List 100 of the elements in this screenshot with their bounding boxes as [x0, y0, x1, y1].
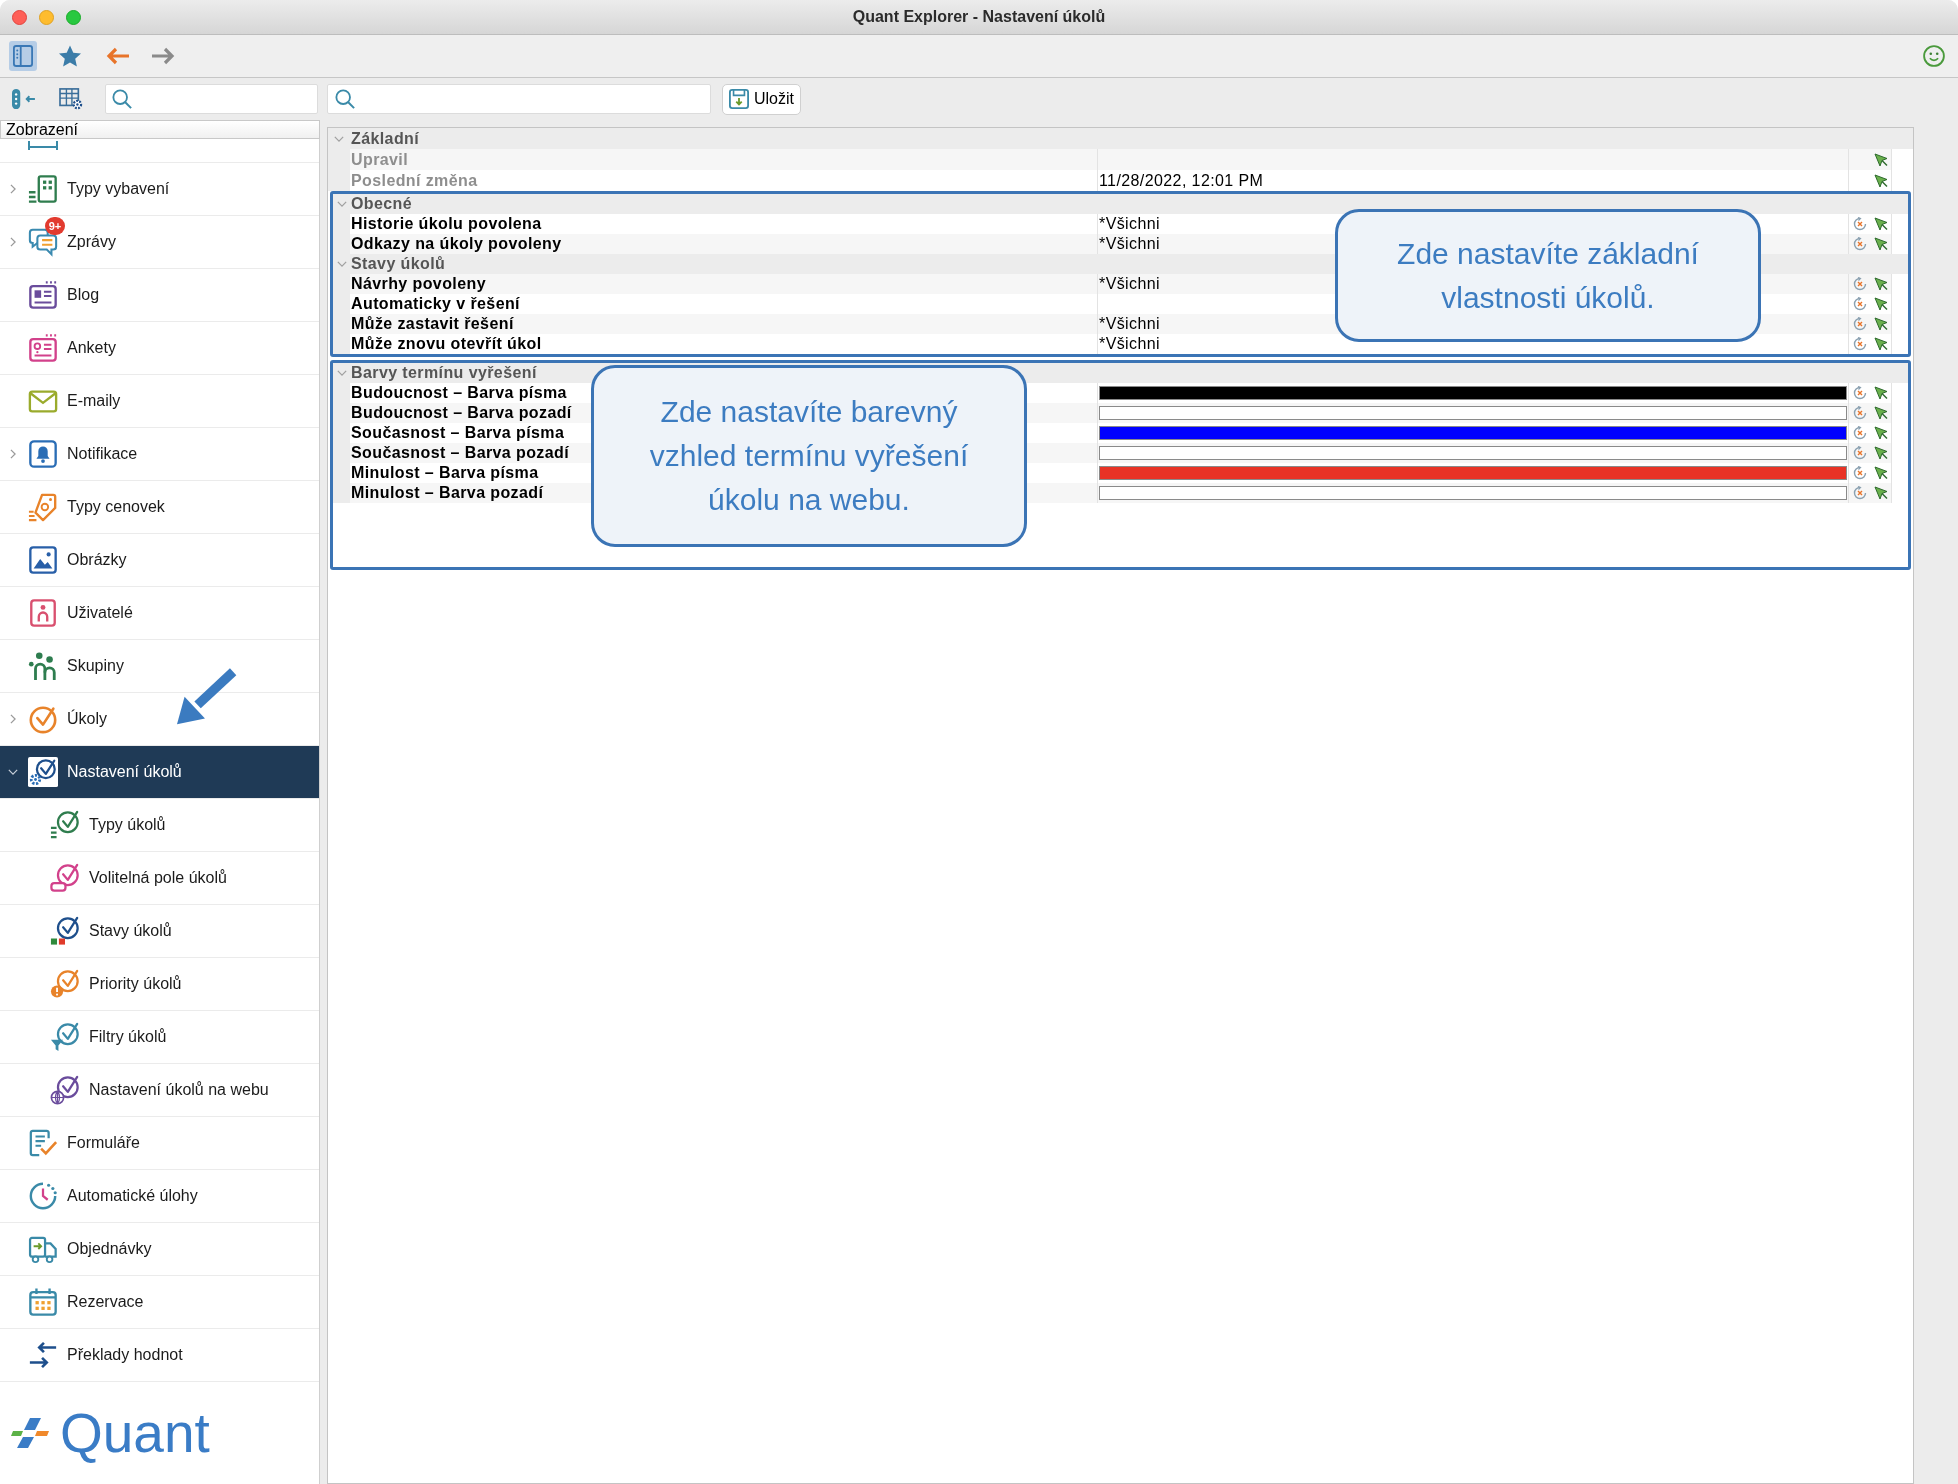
- property-label: Odkazy na úkoly povoleny: [350, 234, 562, 254]
- form-icon: [28, 1128, 58, 1158]
- sidebar-item[interactable]: Nastavení úkolů: [0, 746, 319, 799]
- search-icon: [335, 89, 355, 109]
- property-label: Minulost – Barva pozadí: [350, 483, 544, 503]
- property-value: *Všichni: [1098, 234, 1160, 254]
- color-swatch[interactable]: [1099, 386, 1847, 400]
- reset-icon[interactable]: [1853, 486, 1867, 500]
- property-row[interactable]: Může znovu otevřít úkol *Všichni: [333, 334, 1892, 354]
- panel-header: Zobrazení: [0, 120, 320, 139]
- search-icon: [112, 89, 132, 109]
- check-filter-icon: [50, 1022, 80, 1052]
- property-value: *Všichni: [1098, 334, 1160, 354]
- check-globe-icon: [50, 1075, 80, 1105]
- reset-icon[interactable]: [1853, 446, 1867, 460]
- property-label: Poslední změna: [350, 170, 478, 191]
- reset-icon[interactable]: [1853, 217, 1867, 231]
- table-settings-button[interactable]: [58, 86, 84, 112]
- pointer-icon[interactable]: [1874, 173, 1888, 188]
- bracket-icon: [28, 141, 58, 151]
- reset-icon[interactable]: [1853, 317, 1867, 331]
- smiley-icon[interactable]: [1923, 45, 1945, 67]
- check-field-icon: [50, 863, 80, 893]
- truck-icon: [28, 1234, 58, 1264]
- arrow-right-icon: [152, 47, 176, 65]
- color-swatch[interactable]: [1099, 466, 1847, 480]
- pointer-icon[interactable]: [1874, 152, 1888, 167]
- property-label: Upravil: [350, 149, 409, 170]
- document-icon: [28, 280, 58, 310]
- unread-count-badge: 9+: [45, 217, 65, 235]
- save-button[interactable]: Uložit: [722, 83, 801, 115]
- property-label: Návrhy povoleny: [350, 274, 486, 294]
- arrow-left-icon: [105, 47, 129, 65]
- property-value: *Všichni: [1098, 274, 1160, 294]
- pointer-icon[interactable]: [1874, 297, 1888, 311]
- check-list-icon: [50, 810, 80, 840]
- group-header[interactable]: Obecné: [333, 194, 1908, 214]
- reset-icon[interactable]: [1853, 297, 1867, 311]
- check-alert-icon: [50, 969, 80, 999]
- check-gear-icon: [28, 757, 58, 787]
- property-label: Současnost – Barva písma: [350, 423, 565, 443]
- close-button[interactable]: [12, 9, 27, 25]
- pointer-icon[interactable]: [1874, 386, 1888, 400]
- people-icon: [28, 651, 58, 681]
- reset-icon[interactable]: [1853, 466, 1867, 480]
- star-icon: [58, 44, 82, 68]
- callout-tooltip: Zde nastavíte základní vlastnosti úkolů.: [1335, 209, 1761, 342]
- pointer-icon[interactable]: [1874, 317, 1888, 331]
- pointer-icon[interactable]: [1874, 337, 1888, 351]
- chevron-icon[interactable]: [8, 767, 18, 777]
- reset-icon[interactable]: [1853, 237, 1867, 251]
- save-icon: [729, 89, 749, 109]
- window-title: Quant Explorer - Nastavení úkolů: [852, 7, 1106, 27]
- pointer-icon[interactable]: [1874, 406, 1888, 420]
- property-label: Současnost – Barva pozadí: [350, 443, 570, 463]
- clock-icon: [28, 1181, 58, 1211]
- annotation-arrow: [175, 668, 237, 726]
- check-status-icon: [50, 916, 80, 946]
- pointer-icon[interactable]: [1874, 277, 1888, 291]
- zoom-button[interactable]: [66, 9, 81, 25]
- sidebar-item[interactable]: 9+ Zprávy: [0, 216, 319, 269]
- property-label: Budoucnost – Barva pozadí: [350, 403, 572, 423]
- property-value: *Všichni: [1098, 314, 1160, 334]
- color-swatch[interactable]: [1099, 486, 1847, 500]
- property-label: Minulost – Barva písma: [350, 463, 539, 483]
- pointer-icon[interactable]: [1874, 237, 1888, 251]
- pointer-icon[interactable]: [1874, 486, 1888, 500]
- sidebar-toggle-button[interactable]: [9, 41, 37, 71]
- pointer-icon[interactable]: [1874, 446, 1888, 460]
- property-label: Historie úkolu povolena: [350, 214, 542, 234]
- minimize-button[interactable]: [39, 9, 54, 25]
- pointer-icon[interactable]: [1874, 466, 1888, 480]
- check-circle-icon: [28, 704, 58, 734]
- search-field[interactable]: [327, 84, 711, 114]
- color-swatch[interactable]: [1099, 406, 1847, 420]
- property-value: 11/28/2022, 12:01 PM: [1098, 170, 1264, 191]
- table-gear-icon: [59, 88, 83, 110]
- color-swatch[interactable]: [1099, 446, 1847, 460]
- pointer-icon[interactable]: [1874, 217, 1888, 231]
- property-label: Budoucnost – Barva písma: [350, 383, 567, 403]
- reset-icon[interactable]: [1853, 386, 1867, 400]
- logo-icon: [10, 1417, 50, 1449]
- calendar-icon: [28, 1287, 58, 1317]
- search-field[interactable]: [105, 84, 318, 114]
- reset-icon[interactable]: [1853, 406, 1867, 420]
- color-swatch[interactable]: [1099, 426, 1847, 440]
- collapse-panel-icon: [11, 88, 35, 110]
- image-icon: [28, 545, 58, 575]
- property-label: Může zastavit řešení: [350, 314, 514, 334]
- pointer-icon[interactable]: [1874, 426, 1888, 440]
- collapse-panel-button[interactable]: [11, 87, 35, 111]
- building-icon: [28, 174, 58, 204]
- swap-arrows-icon: [28, 1340, 58, 1370]
- property-label: Automaticky v řešení: [350, 294, 520, 314]
- callout-tooltip: Zde nastavíte barevný vzhled termínu vyřešení úkolu na webu.: [591, 365, 1027, 547]
- group-header[interactable]: Základní: [328, 128, 1913, 149]
- reset-icon[interactable]: [1853, 337, 1867, 351]
- reset-icon[interactable]: [1853, 426, 1867, 440]
- property-label: Může znovu otevřít úkol: [350, 334, 542, 354]
- reset-icon[interactable]: [1853, 277, 1867, 291]
